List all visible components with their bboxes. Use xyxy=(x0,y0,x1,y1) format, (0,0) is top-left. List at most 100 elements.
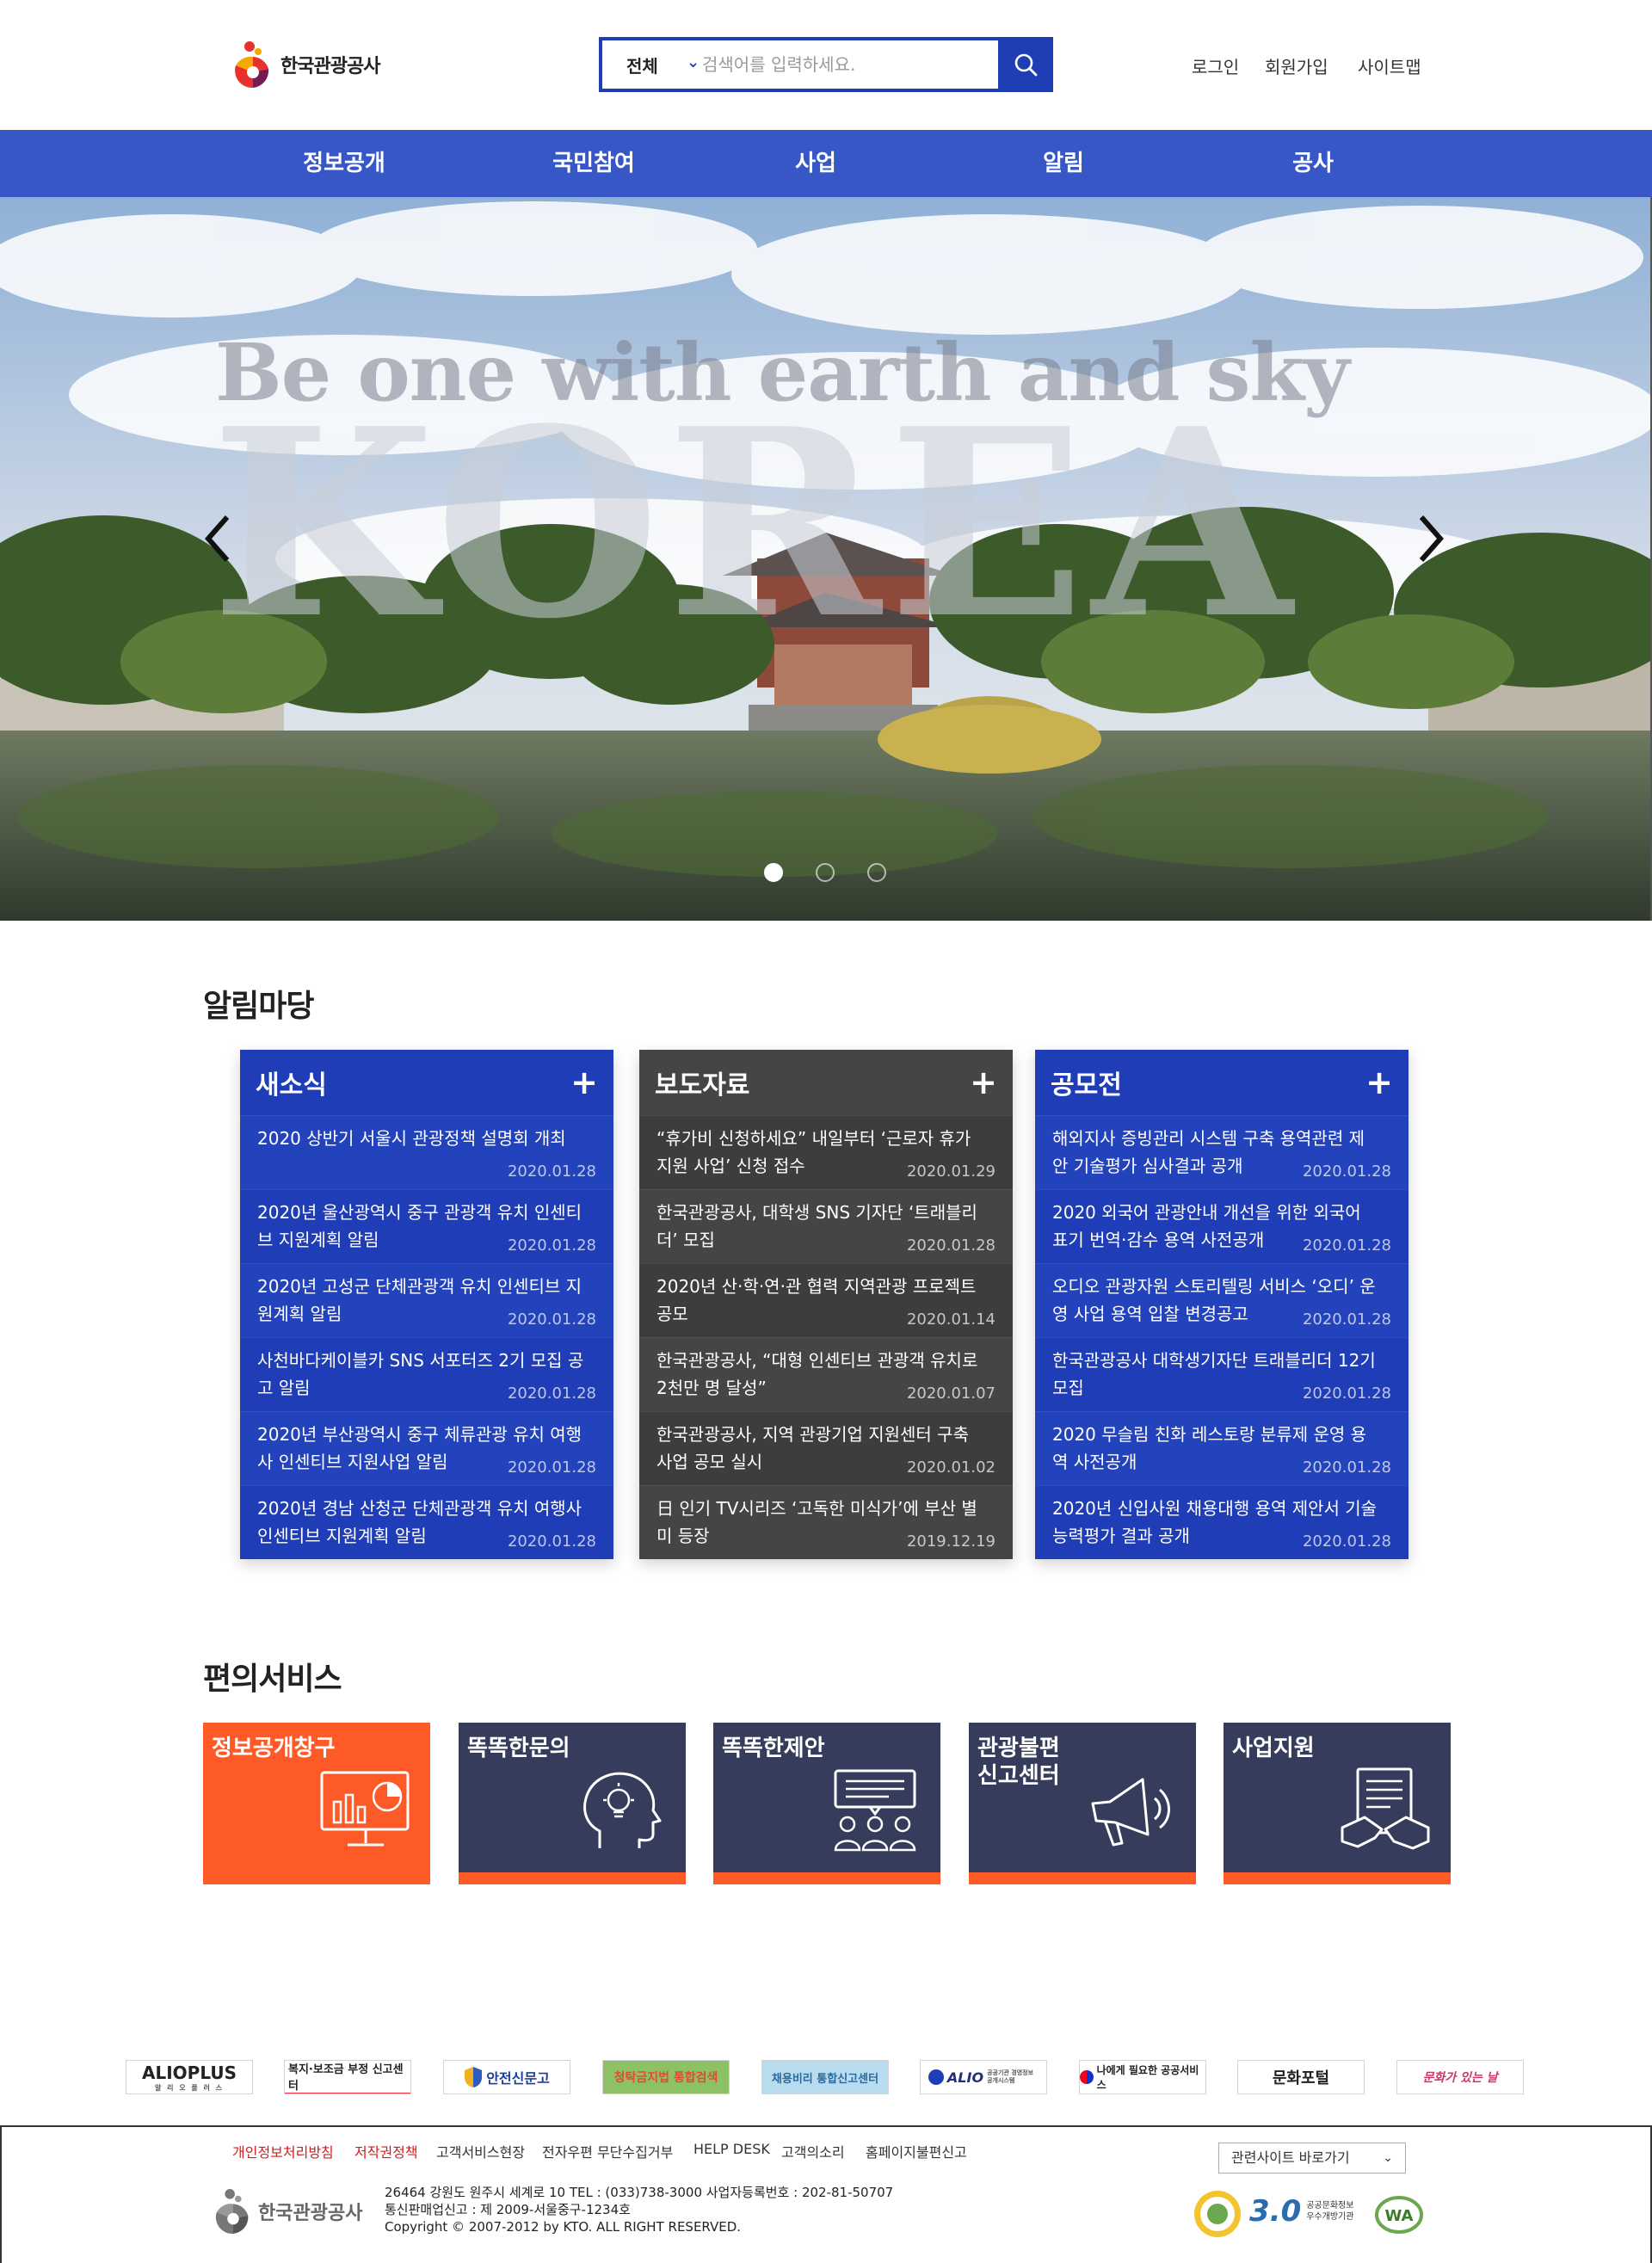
gov30-certification[interactable]: 3.0 공공문화정보 우수개방기관 xyxy=(1249,2194,1363,2229)
notice-section-title: 알림마당 xyxy=(203,989,314,1024)
footer-link-customer-charter[interactable]: 고객서비스현장 xyxy=(436,2141,525,2161)
item-date: 2019.12.19 xyxy=(906,1532,996,1551)
banner-subsidy-report[interactable]: 복지·보조금 부정 신고센터 xyxy=(284,2060,411,2094)
gov30-mark: 3.0 xyxy=(1249,2194,1302,2229)
news-board: 새소식 + 2020 상반기 서울시 관광정책 설명회 개최 2020.01.28… xyxy=(240,1050,613,1559)
banner-culture-day[interactable]: 문화가 있는 날 xyxy=(1396,2060,1524,2094)
board-item[interactable]: 해외지사 증빙관리 시스템 구축 용역관련 제안 기술평가 심사결과 공개 202… xyxy=(1035,1115,1409,1189)
footer-link-privacy[interactable]: 개인정보처리방침 xyxy=(232,2141,334,2161)
alio-logo-icon xyxy=(928,2069,944,2085)
carousel-prev-button[interactable] xyxy=(196,509,239,569)
board-item[interactable]: 오디오 관광자원 스토리텔링 서비스 ‘오디’ 운영 사업 용역 입찰 변경공고… xyxy=(1035,1263,1409,1337)
item-date: 2020.01.29 xyxy=(906,1162,996,1181)
service-label: 사업지원 xyxy=(1232,1736,1315,1761)
related-sites-label: 관련사이트 바로가기 xyxy=(1231,2149,1350,2166)
search-input[interactable] xyxy=(702,40,976,89)
service-business-support[interactable]: 사업지원 xyxy=(1224,1723,1451,1884)
board-item[interactable]: 2020년 울산광역시 중구 관광객 유치 인센티브 지원계획 알림 2020.0… xyxy=(240,1189,613,1263)
service-smart-inquiry[interactable]: 똑똑한문의 xyxy=(459,1723,686,1884)
more-plus-icon[interactable]: + xyxy=(1365,1066,1393,1099)
service-accent-bar xyxy=(459,1872,686,1884)
footer-registration: 통신판매업신고 : 제 2009-서울중구-1234호 xyxy=(385,2202,631,2217)
item-date: 2020.01.28 xyxy=(1302,1458,1391,1477)
footer-link-helpdesk[interactable]: HELP DESK xyxy=(693,2141,770,2157)
board-item[interactable]: 한국관광공사, “대형 인센티브 관광객 유치로 2천만 명 달성” 2020.0… xyxy=(639,1337,1013,1411)
board-item[interactable]: 2020 상반기 서울시 관광정책 설명회 개최 2020.01.28 xyxy=(240,1115,613,1189)
banner-recruitment-report[interactable]: 채용비리 통합신고센터 xyxy=(761,2060,889,2094)
carousel-next-button[interactable] xyxy=(1409,509,1452,569)
board-list: “휴가비 신청하세요” 내일부터 ‘근로자 휴가지원 사업’ 신청 접수 2020… xyxy=(639,1115,1013,1559)
board-item[interactable]: 2020년 산·학·연·관 협력 지역관광 프로젝트 공모 2020.01.14 xyxy=(639,1263,1013,1337)
site-logo[interactable]: 한국관광공사 xyxy=(231,40,380,89)
banner-label: ALIO xyxy=(946,2069,984,2086)
carousel-dot[interactable] xyxy=(867,863,886,882)
banner-safety-report[interactable]: 안전신문고 xyxy=(443,2060,570,2094)
board-title: 공모전 xyxy=(1051,1070,1122,1101)
footer-address: 26464 강원도 원주시 세계로 10 TEL : (033)738-3000… xyxy=(385,2185,894,2200)
footer-link-report[interactable]: 홈페이지불편신고 xyxy=(866,2141,967,2161)
footer-info: 26464 강원도 원주시 세계로 10 TEL : (033)738-3000… xyxy=(385,2184,893,2235)
more-plus-icon[interactable]: + xyxy=(970,1066,997,1099)
item-date: 2020.01.28 xyxy=(906,1236,996,1255)
people-speech-icon xyxy=(834,1769,916,1852)
search-icon xyxy=(1014,53,1038,77)
board-item[interactable]: 2020 무슬림 친화 레스토랑 분류제 운영 용역 사전공개 2020.01.2… xyxy=(1035,1411,1409,1485)
related-sites-select[interactable]: 관련사이트 바로가기 ⌄ xyxy=(1218,2143,1406,2174)
board-item[interactable]: 2020년 신입사원 채용대행 용역 제안서 기술능력평가 결과 공개 2020.… xyxy=(1035,1485,1409,1559)
board-item[interactable]: 한국관광공사 대학생기자단 트래블리더 12기 모집 2020.01.28 xyxy=(1035,1337,1409,1411)
banner-public-service[interactable]: 나에게 필요한 공공서비스 xyxy=(1079,2060,1206,2094)
footer-link-copyright[interactable]: 저작권정책 xyxy=(354,2141,418,2161)
service-label: 관광불편 신고센터 xyxy=(977,1736,1060,1789)
chevron-right-icon xyxy=(1419,515,1444,562)
signup-link[interactable]: 회원가입 xyxy=(1265,53,1328,78)
item-date: 2020.01.28 xyxy=(1302,1384,1391,1403)
board-item[interactable]: 2020년 경남 산청군 단체관광객 유치 여행사 인센티브 지원계획 알림 20… xyxy=(240,1485,613,1559)
login-link[interactable]: 로그인 xyxy=(1192,53,1239,78)
service-accent-bar xyxy=(713,1872,940,1884)
service-info-disclosure[interactable]: 정보공개창구 xyxy=(203,1723,430,1884)
nav-notice[interactable]: 알림 xyxy=(977,130,1150,197)
carousel-dot[interactable] xyxy=(764,863,783,882)
service-label: 똑똑한문의 xyxy=(467,1736,570,1761)
board-header: 새소식 + xyxy=(240,1050,613,1115)
board-item[interactable]: 한국관광공사, 대학생 SNS 기자단 ‘트래블리더’ 모집 2020.01.28 xyxy=(639,1189,1013,1263)
board-item[interactable]: 日 인기 TV시리즈 ‘고독한 미식가’에 부산 별미 등장 2019.12.19 xyxy=(639,1485,1013,1559)
banner-alioplus[interactable]: ALIOPLUS 알 리 오 플 러 스 xyxy=(126,2060,253,2094)
board-item[interactable]: “휴가비 신청하세요” 내일부터 ‘근로자 휴가지원 사업’ 신청 접수 2020… xyxy=(639,1115,1013,1189)
board-item[interactable]: 한국관광공사, 지역 관광기업 지원센터 구축 사업 공모 실시 2020.01.… xyxy=(639,1411,1013,1485)
banner-label: 문화포털 xyxy=(1272,2069,1330,2087)
banner-culture-portal[interactable]: 문화포털 xyxy=(1237,2060,1365,2094)
kto-logo-gray-icon xyxy=(215,2189,249,2234)
sitemap-link[interactable]: 사이트맵 xyxy=(1358,53,1421,78)
more-plus-icon[interactable]: + xyxy=(570,1066,598,1099)
nav-info-disclosure[interactable]: 정보공개 xyxy=(258,130,430,197)
search-button[interactable] xyxy=(998,37,1053,92)
nav-business[interactable]: 사업 xyxy=(730,130,902,197)
svg-text:WA: WA xyxy=(1385,2207,1414,2225)
logo-text: 한국관광공사 xyxy=(280,56,380,77)
search-category-select[interactable]: 전체 ⌄ xyxy=(602,40,702,89)
chevron-down-icon: ⌄ xyxy=(687,53,700,71)
carousel-dot[interactable] xyxy=(816,863,835,882)
service-accent-bar xyxy=(1224,1872,1451,1884)
banner-label: ALIOPLUS xyxy=(142,2062,237,2083)
banner-anti-graft-search[interactable]: 청탁금지법 통합검색 xyxy=(602,2060,730,2094)
main-navigation: 정보공개 국민참여 사업 알림 공사 xyxy=(0,130,1652,197)
board-header: 보도자료 + xyxy=(639,1050,1013,1115)
service-smart-proposal[interactable]: 똑똑한제안 xyxy=(713,1723,940,1884)
site-header: 한국관광공사 전체 ⌄ 로그인 회원가입 사이트맵 xyxy=(0,0,1652,130)
web-accessibility-mark-icon[interactable]: WA xyxy=(1375,2196,1423,2234)
carousel-indicators xyxy=(764,863,886,882)
board-item[interactable]: 2020년 고성군 단체관광객 유치 인센티브 지원계획 알림 2020.01.2… xyxy=(240,1263,613,1337)
board-item[interactable]: 2020년 부산광역시 중구 체류관광 유치 여행사 인센티브 지원사업 알림 2… xyxy=(240,1411,613,1485)
footer-link-voice[interactable]: 고객의소리 xyxy=(781,2141,845,2161)
board-item[interactable]: 2020 외국어 관광안내 개선을 위한 외국어 표기 번역·감수 용역 사전공… xyxy=(1035,1189,1409,1263)
banner-alio[interactable]: ALIO 공공기관 경영정보 공개시스템 xyxy=(920,2060,1047,2094)
certification-mark-icon[interactable] xyxy=(1193,2189,1242,2239)
nav-corporation[interactable]: 공사 xyxy=(1227,130,1399,197)
footer-link-email-refusal[interactable]: 전자우편 무단수집거부 xyxy=(542,2141,673,2161)
banner-label: 채용비리 통합신고센터 xyxy=(771,2072,879,2086)
service-complaint-center[interactable]: 관광불편 신고센터 xyxy=(969,1723,1196,1884)
nav-participation[interactable]: 국민참여 xyxy=(508,130,680,197)
board-item[interactable]: 사천바다케이블카 SNS 서포터즈 2기 모집 공고 알림 2020.01.28 xyxy=(240,1337,613,1411)
